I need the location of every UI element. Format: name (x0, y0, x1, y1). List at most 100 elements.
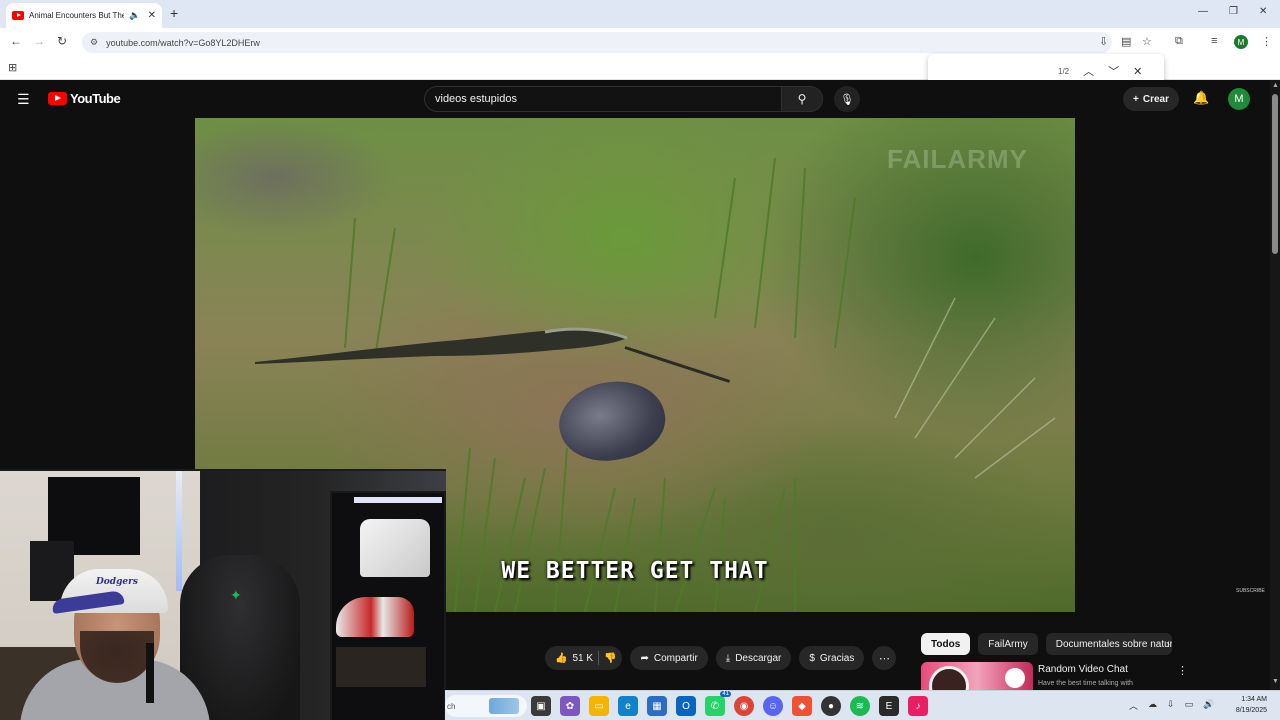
more-actions-button[interactable]: ⋯ (872, 646, 897, 670)
hamburger-menu-icon[interactable]: ☰ (17, 91, 30, 108)
find-previous-icon[interactable]: ︿ (1083, 63, 1094, 79)
recommended-video[interactable]: Random Video Chat Have the best time tal… (921, 662, 1261, 690)
discord-icon[interactable]: ☺ (763, 696, 783, 716)
find-next-icon[interactable]: ﹀ (1108, 63, 1119, 79)
create-button[interactable]: + Crear (1123, 87, 1179, 111)
like-button[interactable]: 👍 51 K 👎 (545, 646, 623, 670)
youtube-header: ☰ YouTube ⚲ 🎙 + Crear 🔔 M (0, 80, 1270, 118)
find-match-count: 1/2 (1058, 66, 1070, 76)
thanks-button[interactable]: $ Gracias (799, 646, 865, 670)
search-icon: ⚲ (797, 92, 807, 106)
outlook-icon[interactable]: O (676, 696, 696, 716)
clock-time: 1:34 AM (1241, 696, 1267, 703)
recommended-title[interactable]: Random Video Chat (1038, 664, 1128, 675)
search-button[interactable]: ⚲ (781, 86, 823, 112)
spotify-icon[interactable]: ≋ (850, 696, 870, 716)
download-button[interactable]: ⤓ Descargar (715, 646, 792, 670)
site-info-icon[interactable]: ⚙ (90, 37, 98, 48)
volume-icon[interactable]: 🔊 (1203, 699, 1214, 712)
obs-icon[interactable]: ● (821, 696, 841, 716)
taskbar-search[interactable]: ch (445, 695, 527, 717)
file-explorer-icon[interactable]: ▭ (589, 696, 609, 716)
taskbar-apps: ▣ ✿ ▭ e ▦ O ✆ 41 ◉ ☺ ◆ ● ≋ E ♪ (531, 691, 928, 716)
recommended-thumbnail[interactable] (921, 662, 1033, 690)
display-icon[interactable]: ▭ (1185, 699, 1194, 712)
webcam-overlay: ✦ Dodgers (0, 469, 446, 720)
close-window-icon[interactable]: ✕ (1259, 6, 1267, 17)
chrome-icon[interactable]: ◉ (734, 696, 754, 716)
scroll-up-arrow-icon[interactable]: ▲ (1272, 82, 1279, 89)
voice-search-button[interactable]: 🎙 (834, 86, 860, 112)
browser-profile-avatar[interactable]: M (1234, 35, 1248, 49)
notifications-bell-icon[interactable]: 🔔 (1193, 90, 1209, 106)
thanks-label: Gracias (819, 652, 855, 664)
screen: Animal Encounters But The 🔈 ✕ + — ❐ ✕ ← … (0, 0, 1280, 720)
speaker-icon[interactable]: 🔈 (129, 10, 140, 21)
thumbs-up-icon: 👍 (555, 652, 568, 664)
install-app-icon[interactable]: ⇩ (1099, 35, 1108, 48)
clock-date: 8/19/2025 (1235, 707, 1267, 714)
download-icon: ⤓ (725, 652, 731, 664)
tab-title: Animal Encounters But The (29, 11, 125, 20)
search-input[interactable] (435, 93, 765, 105)
page-icon[interactable]: ▤ (1121, 35, 1131, 48)
address-bar[interactable]: ⚙ youtube.com/watch?v=Go8YL2DHErw (82, 32, 1112, 53)
taskbar-search-text: ch (447, 701, 456, 711)
chip-todos[interactable]: Todos (921, 633, 971, 655)
task-view-icon[interactable]: ▣ (531, 696, 551, 716)
share-arrow-icon: ➦ (640, 652, 649, 664)
back-arrow-icon[interactable]: ← (10, 34, 22, 48)
find-close-icon[interactable]: ✕ (1133, 65, 1142, 78)
thumbs-down-icon[interactable]: 👎 (604, 653, 616, 664)
taskbar-clock[interactable]: 1:34 AM 8/19/2025 (1215, 694, 1267, 716)
extensions-icon[interactable]: ⧉ (1175, 35, 1183, 48)
apps-grid-icon[interactable]: ⊞ (8, 61, 17, 74)
subscribe-corner-label[interactable]: SUBSCRIBE (1236, 588, 1265, 594)
tray-download-icon[interactable]: ⇩ (1167, 699, 1175, 712)
like-divider (598, 651, 600, 665)
minimize-icon[interactable]: — (1198, 6, 1208, 17)
webcam-earbud-cable (146, 643, 154, 703)
browser-tab-youtube[interactable]: Animal Encounters But The 🔈 ✕ (6, 3, 162, 28)
browser-menu-icon[interactable]: ⋮ (1261, 35, 1272, 48)
chevron-right-icon[interactable]: › (1166, 637, 1170, 651)
like-count: 51 K (572, 652, 594, 664)
epic-games-icon[interactable]: E (879, 696, 899, 716)
filter-chips: Todos FailArmy Documentales sobre natura… (921, 633, 1172, 655)
store-icon[interactable]: ▦ (647, 696, 667, 716)
scroll-down-arrow-icon[interactable]: ▼ (1272, 678, 1279, 685)
scroll-thumb[interactable] (1272, 94, 1278, 254)
download-label: Descargar (735, 652, 782, 664)
tiktok-icon[interactable]: ♪ (908, 696, 928, 716)
razer-logo-icon: ✦ (230, 587, 242, 603)
browser-tab-bar: Animal Encounters But The 🔈 ✕ + — ❐ ✕ (0, 0, 1280, 28)
chip-documentales[interactable]: Documentales sobre natural (1045, 633, 1172, 655)
close-tab-icon[interactable]: ✕ (148, 10, 156, 21)
tray-chevron-up-icon[interactable]: ︿ (1129, 699, 1138, 712)
webcam-shelf-light (354, 497, 442, 503)
youtube-logo-text[interactable]: YouTube (70, 91, 121, 106)
search-highlight-art (489, 698, 519, 714)
page-scrollbar[interactable]: ▲ ▼ (1270, 80, 1280, 690)
bookmark-star-icon[interactable]: ☆ (1142, 35, 1152, 48)
webcam-console (360, 519, 430, 577)
restore-icon[interactable]: ❐ (1229, 6, 1238, 17)
microphone-icon: 🎙 (840, 93, 854, 106)
account-avatar[interactable]: M (1228, 88, 1250, 110)
chip-failarmy[interactable]: FailArmy (978, 633, 1038, 655)
git-icon[interactable]: ◆ (792, 696, 812, 716)
whatsapp-icon[interactable]: ✆ 41 (705, 691, 731, 716)
new-tab-icon[interactable]: + (170, 5, 178, 21)
media-controls-icon[interactable]: ≡ (1211, 35, 1217, 47)
recommended-menu-icon[interactable]: ⋮ (1177, 664, 1188, 677)
copilot-icon[interactable]: ✿ (560, 696, 580, 716)
share-button[interactable]: ➦ Compartir (630, 646, 708, 670)
youtube-logo-icon[interactable] (48, 92, 67, 105)
reload-icon[interactable]: ↻ (57, 34, 67, 48)
edge-icon[interactable]: e (618, 696, 638, 716)
onedrive-icon[interactable]: ☁ (1148, 699, 1157, 712)
forward-arrow-icon[interactable]: → (33, 34, 45, 48)
alligator (255, 327, 628, 364)
channel-watermark: FAILARMY (887, 144, 1028, 174)
search-box (424, 86, 782, 112)
